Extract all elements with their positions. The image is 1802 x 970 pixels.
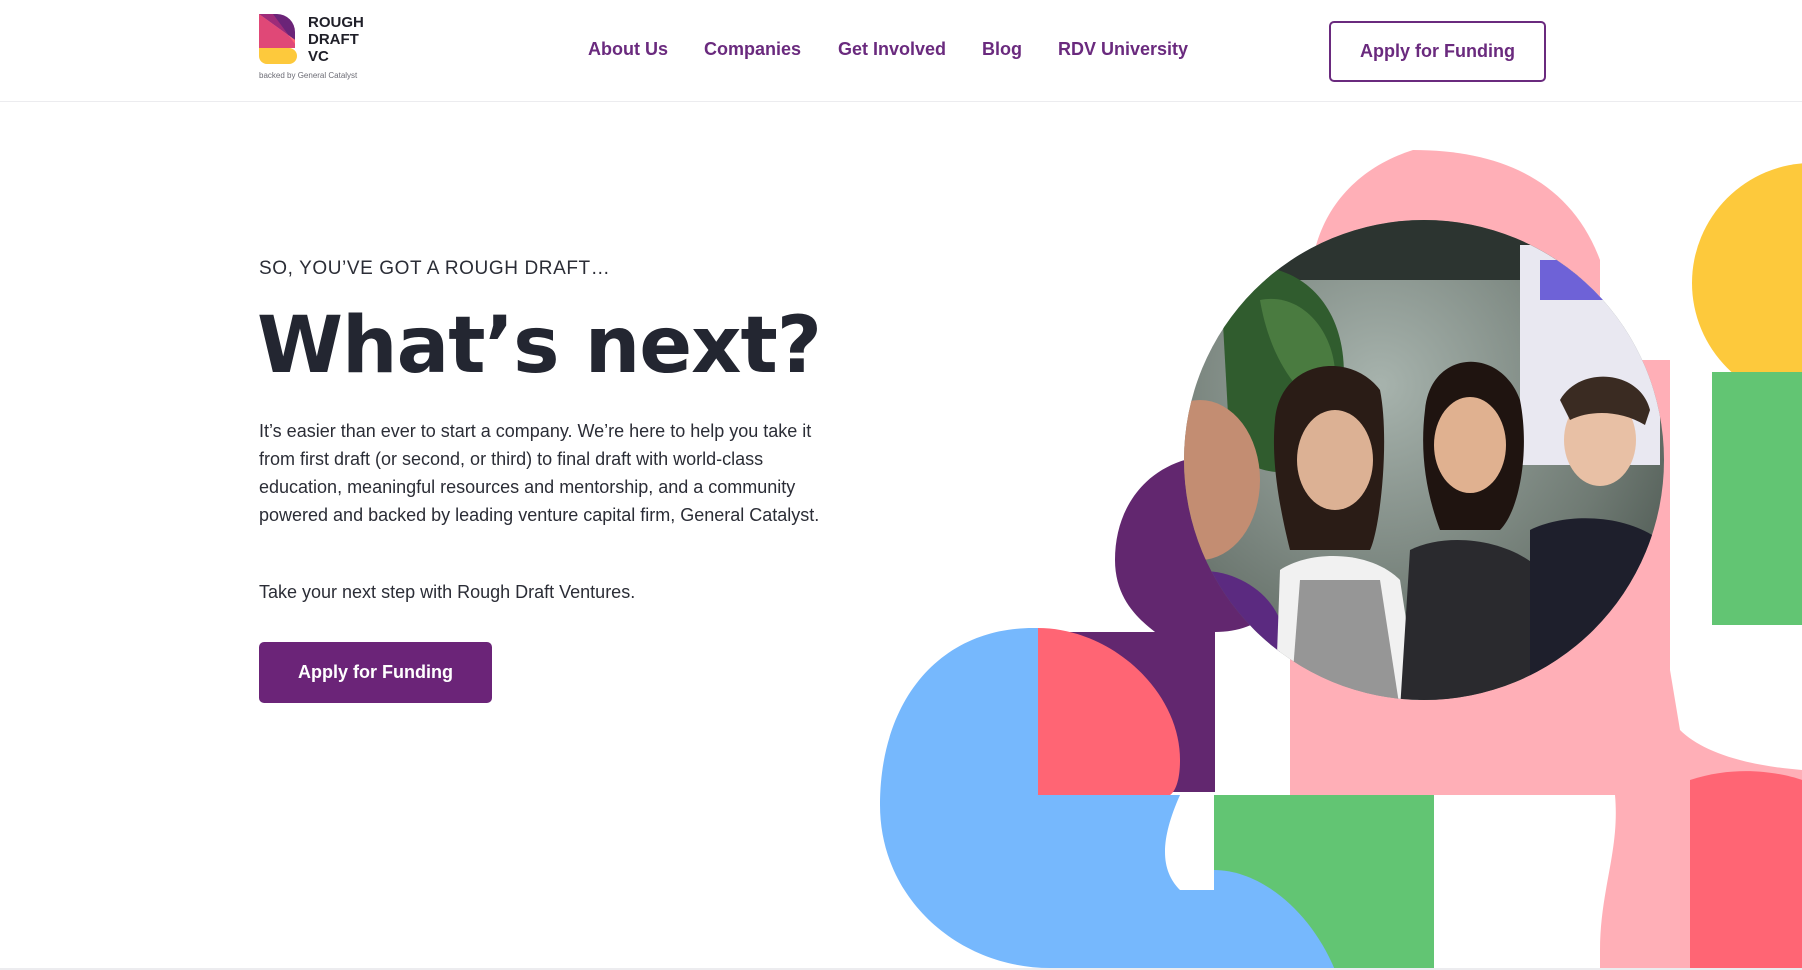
nav-rdv-university[interactable]: RDV University bbox=[1058, 39, 1188, 60]
hero-body-secondary: Take your next step with Rough Draft Ven… bbox=[259, 582, 636, 602]
shape-yellow-circle bbox=[1692, 163, 1802, 403]
hero-apply-button[interactable]: Apply for Funding bbox=[259, 642, 492, 703]
nav-companies[interactable]: Companies bbox=[704, 39, 801, 60]
logo-line-3: VC bbox=[308, 48, 329, 65]
logo-line-1: ROUGH bbox=[308, 14, 364, 31]
logo-wordmark: ROUGH DRAFT VC bbox=[308, 14, 364, 65]
shape-green-right bbox=[1712, 372, 1802, 625]
hero-headline: What’s next? bbox=[257, 301, 822, 391]
site-header: ROUGH DRAFT VC backed by General Catalys… bbox=[0, 0, 1802, 102]
shape-coral-right bbox=[1690, 771, 1802, 970]
hero-eyebrow: SO, YOU’VE GOT A ROUGH DRAFT… bbox=[259, 258, 611, 279]
hero-body: It’s easier than ever to start a company… bbox=[259, 421, 820, 525]
nav-about-us[interactable]: About Us bbox=[588, 39, 668, 60]
nav-get-involved[interactable]: Get Involved bbox=[838, 39, 946, 60]
logo-mark-icon bbox=[259, 14, 297, 64]
logo-line-2: DRAFT bbox=[308, 31, 359, 48]
header-apply-button[interactable]: Apply for Funding bbox=[1329, 21, 1546, 82]
hero-illustration bbox=[880, 150, 1802, 970]
nav-blog[interactable]: Blog bbox=[982, 39, 1022, 60]
logo-tagline: backed by General Catalyst bbox=[259, 71, 358, 80]
logo[interactable]: ROUGH DRAFT VC backed by General Catalys… bbox=[259, 14, 379, 84]
